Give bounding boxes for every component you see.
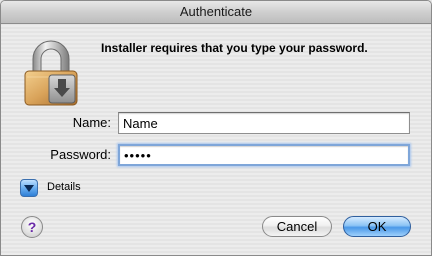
password-field[interactable] bbox=[118, 144, 410, 166]
window-title: Authenticate bbox=[1, 1, 431, 24]
lock-icon bbox=[19, 37, 83, 107]
ok-button[interactable]: OK bbox=[343, 216, 411, 237]
details-disclosure-button[interactable] bbox=[20, 179, 38, 197]
name-field[interactable] bbox=[118, 112, 410, 134]
help-button[interactable]: ? bbox=[21, 216, 43, 238]
password-label: Password: bbox=[50, 147, 111, 162]
authenticate-dialog: Authenticate Installer requires that you… bbox=[0, 0, 432, 256]
details-label: Details bbox=[47, 181, 81, 193]
disclosure-triangle-icon bbox=[24, 185, 34, 192]
auth-message: Installer requires that you type your pa… bbox=[101, 41, 368, 55]
name-label: Name: bbox=[72, 115, 111, 130]
cancel-button[interactable]: Cancel bbox=[262, 216, 332, 237]
help-icon: ? bbox=[27, 219, 37, 235]
